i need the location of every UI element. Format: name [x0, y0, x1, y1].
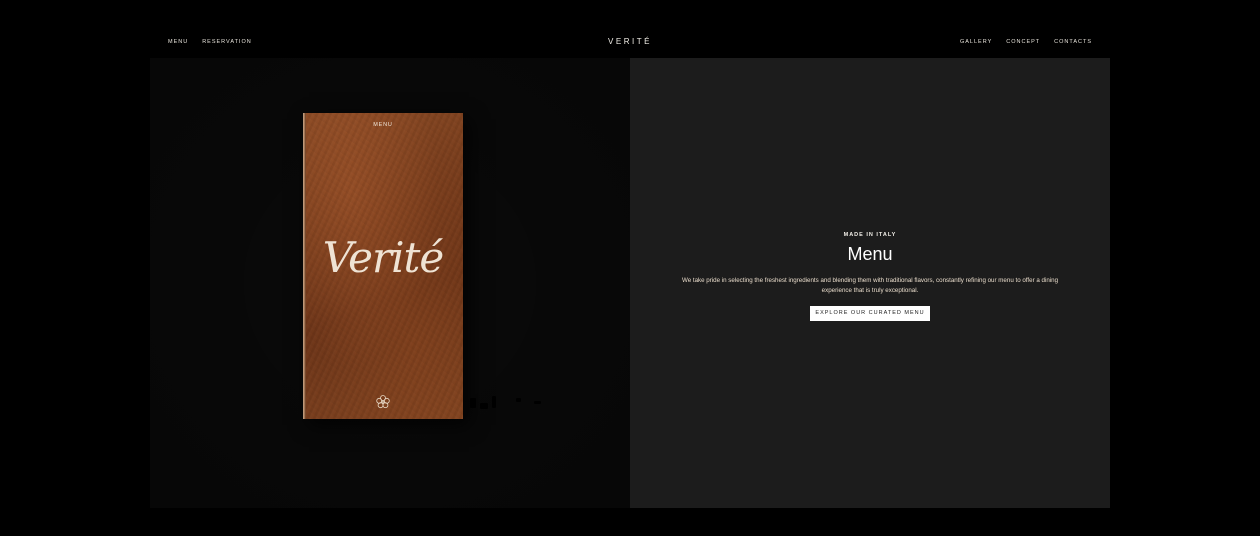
- book-script-title: Verité: [322, 233, 445, 282]
- debris-speck: [534, 401, 541, 404]
- explore-menu-button[interactable]: EXPLORE OUR CURATED MENU: [810, 306, 930, 321]
- flower-emblem-icon: [376, 395, 390, 409]
- nav-link-gallery[interactable]: GALLERY: [960, 38, 992, 46]
- page: MENU RESERVATION VERITÉ GALLERY CONCEPT …: [0, 0, 1260, 536]
- section-kicker: MADE IN ITALY: [843, 232, 897, 238]
- section-description: We take pride in selecting the freshest …: [681, 277, 1059, 294]
- section-title: Menu: [847, 244, 893, 264]
- book-top-label: MENU: [373, 122, 393, 128]
- menu-info-panel: MADE IN ITALY Menu We take pride in sele…: [630, 58, 1110, 508]
- debris-speck: [480, 403, 488, 409]
- menu-image-panel: MENU Verité: [150, 58, 630, 508]
- nav-link-contacts[interactable]: CONTACTS: [1054, 38, 1092, 46]
- debris-speck: [470, 398, 476, 408]
- nav-link-concept[interactable]: CONCEPT: [1006, 38, 1040, 46]
- menu-book-image: MENU Verité: [303, 113, 463, 419]
- nav-right: GALLERY CONCEPT CONTACTS: [960, 38, 1092, 46]
- site-header: MENU RESERVATION VERITÉ GALLERY CONCEPT …: [0, 0, 1260, 58]
- debris-speck: [492, 396, 496, 408]
- debris-speck: [516, 398, 521, 402]
